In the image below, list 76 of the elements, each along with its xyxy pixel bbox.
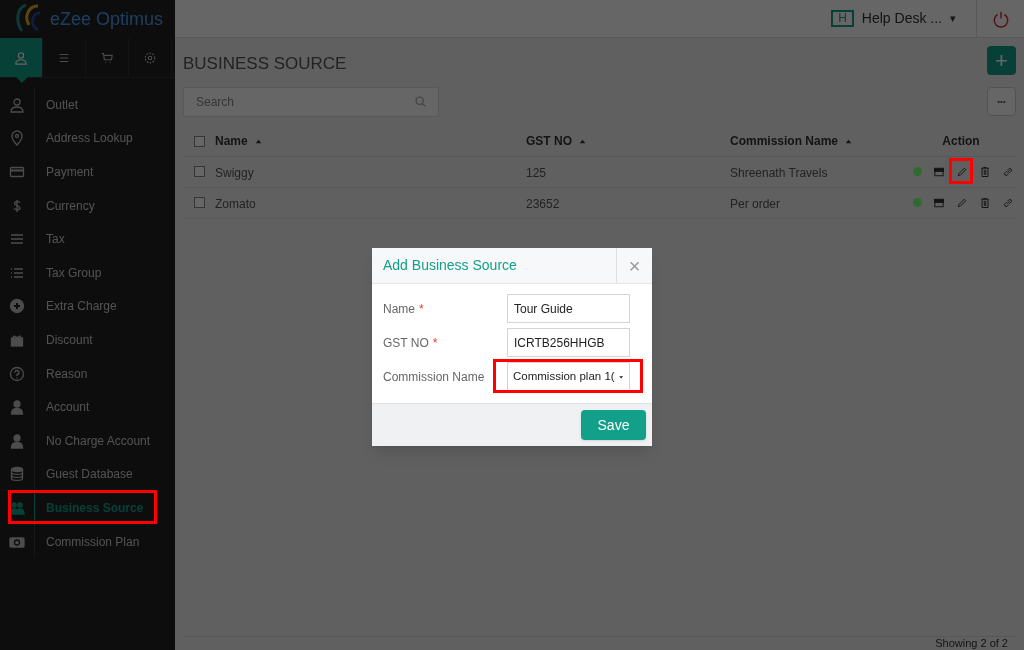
link-icon — [1002, 165, 1014, 178]
sidebar-item[interactable]: Account — [35, 398, 90, 417]
column-header[interactable]: Action — [942, 132, 980, 150]
table-cell: Shreenath Travels — [730, 165, 828, 180]
link-button[interactable] — [1002, 196, 1014, 209]
person-icon — [9, 399, 25, 416]
sidebar-item[interactable]: No Charge Account — [35, 431, 151, 450]
store-icon — [933, 196, 945, 209]
pencil-icon — [956, 165, 968, 178]
settings-icon — [143, 50, 157, 65]
sidebar-item[interactable]: Payment — [35, 163, 94, 181]
required-mark: * — [432, 334, 438, 352]
input-field[interactable]: Tour Guide — [507, 294, 630, 323]
store-button[interactable] — [933, 165, 945, 178]
close-button[interactable]: × — [616, 248, 652, 283]
column-header[interactable]: Commission Name — [730, 132, 839, 150]
table-cell: 23652 — [526, 196, 560, 211]
input-field[interactable]: ICRTB256HHGB — [507, 328, 630, 357]
sidebar-item[interactable]: Outlet — [35, 95, 78, 114]
help-desk-menu[interactable]: H Help Desk ... ▾ — [831, 0, 976, 37]
credit-card-icon — [9, 164, 25, 180]
sidebar-tab[interactable] — [0, 38, 43, 77]
pagination-text: Showing 2 of 2 — [935, 637, 1008, 650]
sidebar-item[interactable]: Reason — [35, 364, 88, 383]
save-button[interactable]: Save — [581, 410, 646, 440]
pencil-icon — [956, 196, 968, 209]
sidebar-item[interactable]: Discount — [35, 330, 93, 349]
edit-button[interactable] — [956, 165, 968, 178]
sidebar-item[interactable]: Guest Database — [35, 465, 133, 484]
group-icon — [9, 499, 25, 516]
sidebar-item[interactable]: Tax — [35, 230, 65, 249]
column-header[interactable]: Name — [215, 132, 248, 150]
power-icon — [991, 9, 1010, 28]
field-label: GST NO — [383, 334, 429, 352]
sidebar-item[interactable]: Currency — [35, 196, 95, 215]
link-button[interactable] — [1002, 165, 1014, 178]
table-cell: Per order — [730, 196, 781, 211]
sidebar-item[interactable]: Address Lookup — [35, 129, 133, 148]
required-mark: * — [419, 300, 424, 318]
column-header[interactable]: GST NO — [526, 132, 572, 150]
database-icon — [9, 466, 25, 483]
cart-icon — [100, 50, 114, 65]
edit-button[interactable] — [956, 196, 968, 209]
sidebar-item[interactable]: Tax Group — [35, 263, 102, 282]
more-button[interactable]: ••• — [987, 87, 1016, 116]
field-label: Commission Name — [383, 368, 485, 386]
page-title: BUSINESS SOURCE — [183, 53, 347, 75]
tab-pointer — [16, 77, 28, 83]
location-pin-icon — [9, 130, 25, 147]
checkbox[interactable] — [193, 166, 205, 177]
delete-button[interactable] — [979, 165, 991, 178]
trash-icon — [979, 196, 991, 209]
checkbox[interactable] — [193, 135, 205, 147]
table-cell: Swiggy — [215, 165, 254, 180]
help-badge: H — [831, 10, 854, 27]
help-icon — [9, 365, 25, 382]
dialog-title: Add Business Source — [382, 256, 518, 275]
store-icon — [933, 165, 945, 178]
commission-select[interactable]: Commission plan 1( — [507, 362, 630, 391]
field-label: Name — [383, 300, 415, 318]
link-icon — [1002, 196, 1014, 209]
trash-icon — [979, 165, 991, 178]
checkbox[interactable] — [193, 197, 205, 208]
sidebar-item[interactable]: Commission Plan — [35, 532, 140, 551]
logo-text: eZee Optimus — [50, 7, 164, 31]
table-cell: Zomato — [215, 196, 256, 211]
user-icon — [9, 96, 25, 113]
table-cell: 125 — [526, 165, 547, 180]
search-icon — [414, 94, 427, 108]
sidebar-item[interactable]: Extra Charge — [35, 297, 117, 316]
person-icon — [9, 432, 25, 449]
user-icon — [14, 50, 28, 65]
store-button[interactable] — [933, 196, 945, 209]
add-button[interactable]: + — [987, 46, 1016, 75]
delete-button[interactable] — [979, 196, 991, 209]
add-circle-icon — [9, 298, 25, 315]
